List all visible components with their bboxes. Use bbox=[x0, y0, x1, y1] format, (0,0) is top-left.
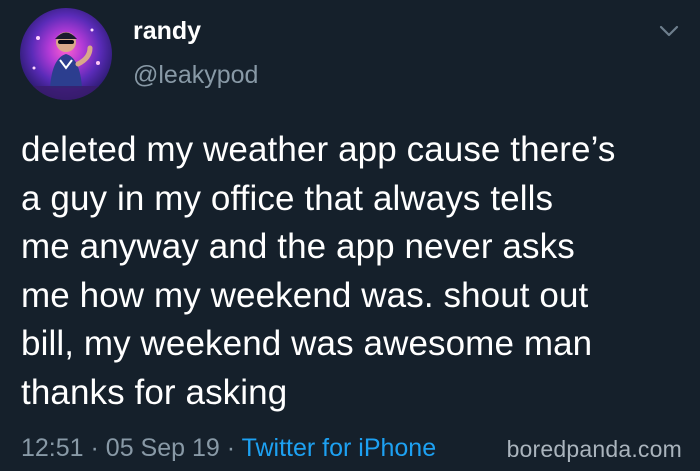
chevron-down-icon[interactable] bbox=[658, 24, 680, 38]
user-info[interactable]: randy @leakypod bbox=[133, 14, 258, 92]
meta-separator: · bbox=[90, 434, 99, 462]
user-handle[interactable]: @leakypod bbox=[133, 58, 258, 92]
tweet-card: randy @leakypod deleted my weather app c… bbox=[0, 0, 700, 471]
tweet-text: deleted my weather app cause there’s a g… bbox=[21, 130, 616, 412]
display-name[interactable]: randy bbox=[133, 14, 258, 48]
watermark: boredpanda.com bbox=[506, 436, 682, 462]
tweet-meta: 12:51 · 05 Sep 19 · Twitter for iPhone bbox=[21, 431, 436, 465]
meta-separator: · bbox=[226, 434, 236, 462]
tweet-date[interactable]: 05 Sep 19 bbox=[106, 434, 220, 462]
avatar[interactable] bbox=[20, 8, 112, 100]
avatar-image bbox=[20, 28, 112, 100]
tweet-source-link[interactable]: Twitter for iPhone bbox=[242, 434, 437, 462]
tweet-time[interactable]: 12:51 bbox=[21, 434, 84, 462]
